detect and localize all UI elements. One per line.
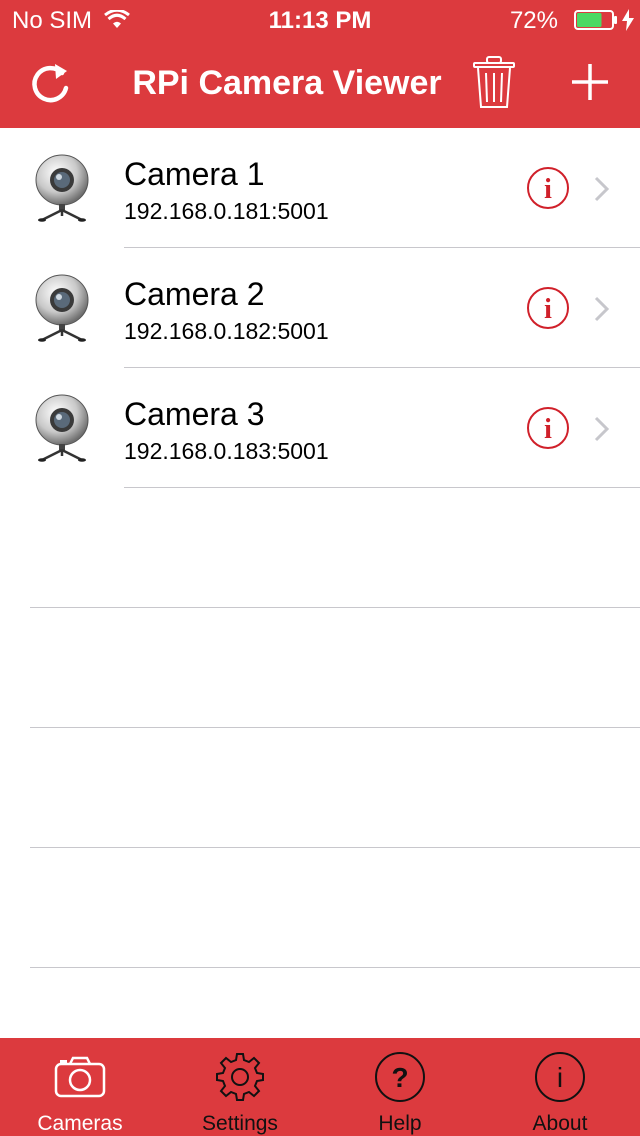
add-icon[interactable] (570, 62, 610, 102)
svg-text:i: i (544, 414, 552, 445)
status-bar: No SIM 11:13 PM 72% (0, 0, 640, 40)
svg-text:i: i (557, 1062, 563, 1093)
camera-address: 192.168.0.182:5001 (124, 318, 329, 344)
navbar: RPi Camera Viewer (0, 40, 640, 128)
help-icon: ? (375, 1052, 425, 1102)
info-icon[interactable]: i (526, 286, 570, 330)
camera-name: Camera 1 (124, 156, 265, 192)
chevron-right-icon (594, 416, 610, 442)
empty-row-divider (30, 967, 640, 968)
tab-label: Settings (202, 1112, 278, 1135)
camera-icon (54, 1056, 106, 1098)
trash-icon[interactable] (472, 56, 516, 110)
charging-bolt-icon (622, 9, 634, 31)
chevron-right-icon (594, 296, 610, 322)
tab-about[interactable]: i About (480, 1038, 640, 1136)
info-icon[interactable]: i (526, 406, 570, 450)
tab-help[interactable]: ? Help (320, 1038, 480, 1136)
svg-text:i: i (544, 294, 552, 325)
battery-percent: 72% (509, 7, 558, 34)
gear-icon (216, 1053, 264, 1101)
webcam-icon (35, 274, 89, 342)
tab-bar: Cameras Settings ? Help i About (0, 1038, 640, 1136)
tab-label: Cameras (37, 1112, 123, 1135)
battery-fill (577, 13, 602, 27)
webcam-icon (35, 154, 89, 222)
empty-row-divider (30, 847, 640, 848)
header: No SIM 11:13 PM 72% RPi Camera Viewer (0, 0, 640, 128)
camera-address: 192.168.0.181:5001 (124, 198, 329, 224)
camera-row[interactable]: Camera 1 192.168.0.181:5001 i (0, 128, 640, 248)
about-icon: i (535, 1052, 585, 1102)
tab-cameras[interactable]: Cameras (0, 1038, 160, 1136)
empty-row-divider (30, 607, 640, 608)
info-icon[interactable]: i (526, 166, 570, 210)
camera-row[interactable]: Camera 2 192.168.0.182:5001 i (0, 248, 640, 368)
svg-text:i: i (544, 174, 552, 205)
camera-row[interactable]: Camera 3 192.168.0.183:5001 i (0, 368, 640, 488)
webcam-icon (35, 394, 89, 462)
camera-address: 192.168.0.183:5001 (124, 438, 329, 464)
tab-settings[interactable]: Settings (160, 1038, 320, 1136)
tab-label: About (532, 1112, 588, 1135)
battery-icon (574, 10, 617, 30)
camera-name: Camera 2 (124, 276, 265, 312)
empty-row-divider (30, 727, 640, 728)
camera-list: Camera 1 192.168.0.181:5001 i Camera 2 1… (0, 128, 640, 488)
row-divider (124, 487, 640, 488)
chevron-right-icon (594, 176, 610, 202)
tab-label: Help (378, 1112, 422, 1135)
camera-name: Camera 3 (124, 396, 265, 432)
svg-text:?: ? (391, 1062, 408, 1093)
